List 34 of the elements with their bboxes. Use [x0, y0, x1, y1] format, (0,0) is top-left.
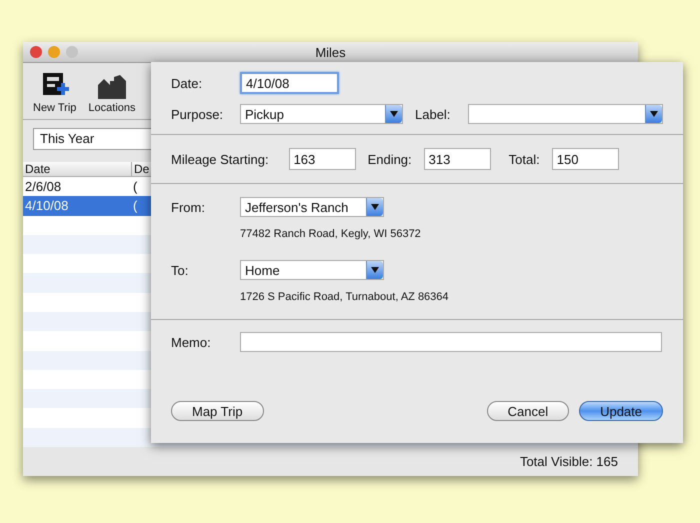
table-cell-text: 4/10/08	[24, 198, 70, 214]
date-field[interactable]: 4/10/08	[240, 72, 339, 94]
table-cell-text: (	[132, 198, 138, 214]
mileage-field[interactable]: 163	[288, 148, 356, 170]
status-text: Total Visible: 165	[520, 454, 618, 469]
field-label: Memo:	[171, 334, 212, 350]
window-title: Miles	[315, 44, 346, 60]
buildings-icon	[96, 75, 127, 99]
memo-field[interactable]	[240, 332, 662, 352]
table-cell-text: 2/6/08	[24, 179, 62, 194]
column-header[interactable]: Date	[23, 162, 131, 176]
dialog-button[interactable]: Cancel	[486, 401, 570, 421]
field-label: From:	[171, 200, 206, 214]
window-control-button[interactable]	[30, 46, 42, 58]
window-control-button[interactable]	[48, 46, 60, 58]
mileage-field[interactable]: 313	[424, 148, 491, 170]
dialog-button[interactable]: Update	[579, 401, 663, 421]
location-dropdown[interactable]: Home	[240, 260, 384, 280]
field-label: Date:	[171, 76, 204, 90]
field-label: Label:	[415, 106, 452, 122]
field-label: Mileage Starting:	[171, 152, 269, 166]
purpose-dropdown[interactable]: Pickup	[240, 104, 403, 124]
field-label: Ending:	[368, 152, 412, 166]
toolbar-button[interactable]: Locations	[86, 75, 138, 114]
field-label: Purpose:	[171, 106, 224, 122]
field-label: Total:	[508, 152, 540, 166]
map-trip-button[interactable]: Map Trip	[171, 401, 264, 421]
field-label: To:	[171, 262, 190, 278]
location-dropdown[interactable]: Jefferson's Ranch	[240, 197, 384, 217]
table-cell-text: (	[132, 179, 138, 194]
address-text: 77482 Ranch Road, Kegly, WI 56372	[240, 228, 421, 240]
mileage-field[interactable]: 150	[552, 148, 619, 170]
toolbar-button[interactable]: New Trip	[31, 73, 78, 114]
address-text: 1726 S Pacific Road, Turnabout, AZ 86364	[240, 291, 449, 303]
